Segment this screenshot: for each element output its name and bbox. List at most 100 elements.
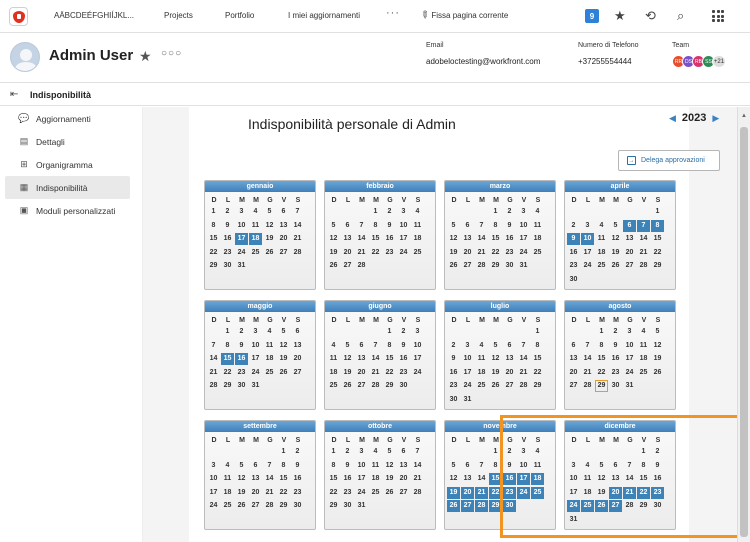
calendar-day[interactable]: 23 [221, 247, 234, 259]
calendar-day[interactable]: 12 [263, 220, 276, 232]
collapse-panel-icon[interactable]: ⇤ [10, 89, 18, 100]
calendar-day[interactable]: 10 [249, 340, 262, 352]
calendar-day[interactable]: 4 [411, 206, 424, 218]
calendar-day[interactable]: 10 [567, 473, 580, 485]
calendar-day[interactable]: 25 [327, 380, 340, 392]
calendar-day[interactable]: 4 [369, 446, 382, 458]
calendar-day[interactable]: 19 [595, 487, 608, 499]
calendar-day[interactable]: 21 [411, 473, 424, 485]
calendar-day[interactable]: 28 [355, 260, 368, 272]
calendar-day[interactable]: 23 [341, 487, 354, 499]
calendar-day[interactable]: 13 [291, 340, 304, 352]
calendar-day[interactable]: 22 [221, 367, 234, 379]
calendar-day[interactable]: 11 [595, 233, 608, 245]
calendar-day[interactable]: 29 [637, 500, 650, 512]
more-options-icon[interactable]: ○○○ [161, 48, 182, 59]
calendar-day[interactable]: 20 [355, 367, 368, 379]
calendar-day[interactable]: 4 [637, 326, 650, 338]
calendar-day[interactable]: 2 [651, 446, 664, 458]
calendar-day[interactable]: 2 [397, 326, 410, 338]
calendar-day[interactable]: 2 [609, 326, 622, 338]
calendar-day[interactable]: 17 [411, 353, 424, 365]
calendar-day[interactable]: 4 [475, 340, 488, 352]
calendar-day[interactable]: 8 [207, 220, 220, 232]
calendar-day[interactable]: 13 [277, 220, 290, 232]
team-more-count[interactable]: +21 [712, 55, 726, 68]
calendar-day[interactable]: 11 [263, 340, 276, 352]
calendar-day[interactable]: 4 [221, 460, 234, 472]
calendar-day[interactable]: 5 [235, 460, 248, 472]
calendar-day[interactable]: 19 [327, 247, 340, 259]
calendar-day[interactable]: 5 [327, 220, 340, 232]
calendar-day[interactable]: 8 [531, 340, 544, 352]
calendar-day[interactable]: 29 [531, 380, 544, 392]
calendar-day[interactable]: 13 [461, 233, 474, 245]
calendar-day[interactable]: 6 [609, 460, 622, 472]
calendar-day[interactable]: 20 [461, 486, 474, 499]
calendar-day[interactable]: 20 [503, 367, 516, 379]
calendar-day[interactable]: 16 [341, 473, 354, 485]
calendar-day[interactable]: 31 [567, 514, 580, 526]
calendar-day[interactable]: 1 [595, 326, 608, 338]
calendar-day[interactable]: 26 [595, 500, 608, 512]
calendar-day[interactable]: 28 [291, 247, 304, 259]
calendar-day[interactable]: 7 [475, 460, 488, 472]
calendar-day[interactable]: 11 [531, 460, 544, 472]
calendar-day[interactable]: 14 [581, 353, 594, 365]
calendar-day[interactable]: 29 [595, 380, 608, 392]
calendar-day[interactable]: 3 [581, 220, 594, 232]
calendar-day[interactable]: 12 [341, 353, 354, 365]
apps-grid-icon[interactable] [712, 10, 724, 22]
calendar-day[interactable]: 10 [581, 233, 594, 245]
calendar-day[interactable]: 27 [623, 260, 636, 272]
calendar-day[interactable]: 17 [355, 473, 368, 485]
calendar-day[interactable]: 2 [447, 340, 460, 352]
calendar-day[interactable]: 22 [383, 367, 396, 379]
calendar-day[interactable]: 29 [489, 260, 502, 272]
calendar-day[interactable]: 5 [447, 460, 460, 472]
calendar-day[interactable]: 23 [291, 487, 304, 499]
calendar-day[interactable]: 16 [609, 353, 622, 365]
calendar-day[interactable]: 11 [221, 473, 234, 485]
calendar-day[interactable]: 9 [341, 460, 354, 472]
calendar-day[interactable]: 3 [249, 326, 262, 338]
calendar-day[interactable]: 7 [263, 460, 276, 472]
calendar-day[interactable]: 26 [383, 487, 396, 499]
calendar-day[interactable]: 27 [355, 380, 368, 392]
calendar-day[interactable]: 27 [461, 500, 474, 512]
calendar-day[interactable]: 29 [489, 500, 502, 512]
calendar-day[interactable]: 6 [503, 340, 516, 352]
calendar-day[interactable]: 24 [567, 500, 580, 512]
calendar-day[interactable]: 28 [637, 260, 650, 272]
calendar-day[interactable]: 29 [207, 260, 220, 272]
calendar-day[interactable]: 22 [369, 247, 382, 259]
calendar-day[interactable]: 21 [475, 247, 488, 259]
calendar-day[interactable]: 11 [369, 460, 382, 472]
calendar-day[interactable]: 2 [503, 206, 516, 218]
calendar-day[interactable]: 24 [411, 367, 424, 379]
calendar-day[interactable]: 4 [581, 460, 594, 472]
calendar-day[interactable]: 31 [517, 260, 530, 272]
calendar-day[interactable]: 2 [503, 446, 516, 458]
calendar-day[interactable]: 8 [327, 460, 340, 472]
calendar-day[interactable]: 13 [503, 353, 516, 365]
calendar-day[interactable]: 24 [461, 380, 474, 392]
calendar-day[interactable]: 25 [263, 367, 276, 379]
calendar-day[interactable]: 31 [461, 394, 474, 406]
calendar-day[interactable]: 13 [461, 473, 474, 485]
calendar-day[interactable]: 30 [291, 500, 304, 512]
calendar-day[interactable]: 27 [461, 260, 474, 272]
calendar-day[interactable]: 10 [235, 220, 248, 232]
calendar-day[interactable]: 30 [221, 260, 234, 272]
calendar-day[interactable]: 28 [411, 487, 424, 499]
calendar-day[interactable]: 25 [221, 500, 234, 512]
calendar-day[interactable]: 3 [517, 206, 530, 218]
calendar-day[interactable]: 31 [355, 500, 368, 512]
calendar-day[interactable]: 3 [517, 446, 530, 458]
scrollbar[interactable]: ▲ [737, 107, 750, 542]
calendar-day[interactable]: 7 [581, 340, 594, 352]
calendar-day[interactable]: 1 [369, 206, 382, 218]
calendar-day[interactable]: 11 [581, 473, 594, 485]
scroll-up-icon[interactable]: ▲ [741, 113, 747, 119]
calendar-day[interactable]: 26 [447, 500, 460, 512]
